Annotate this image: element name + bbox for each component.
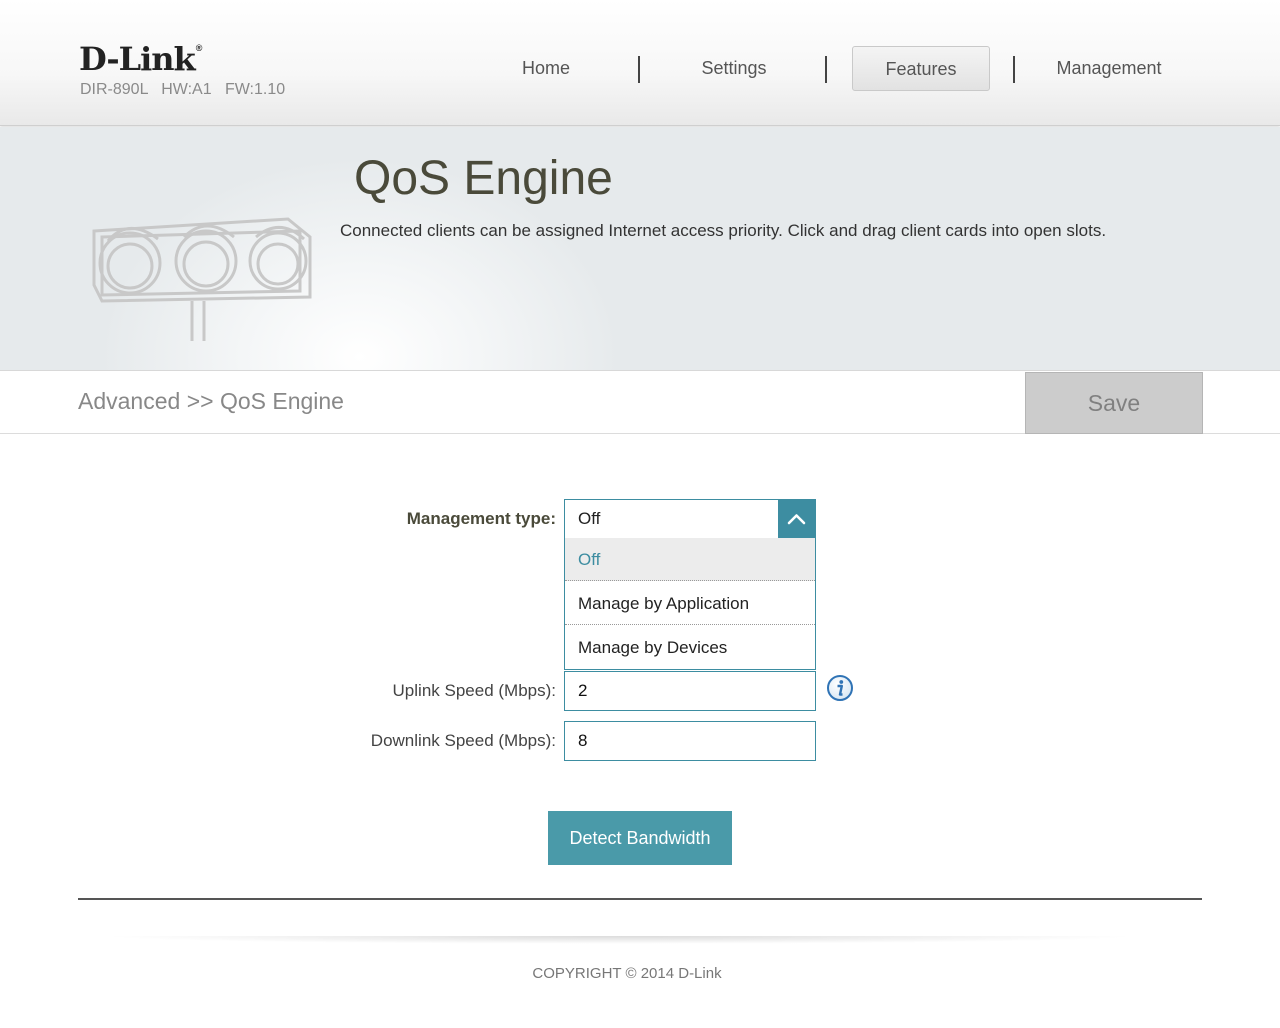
- downlink-speed-label: Downlink Speed (Mbps):: [370, 731, 556, 750]
- info-icon[interactable]: [826, 674, 854, 702]
- copyright-text: COPYRIGHT © 2014 D-Link: [532, 965, 722, 982]
- nav-separator: [1013, 56, 1015, 83]
- management-type-select[interactable]: Off: [564, 499, 816, 539]
- page-banner: QoS Engine Connected clients can be assi…: [0, 127, 1280, 371]
- model-name: DIR-890L: [80, 81, 148, 98]
- nav-separator: [638, 56, 640, 83]
- breadcrumb: Advanced >> QoS Engine: [78, 388, 344, 414]
- hw-version: HW:A1: [161, 81, 212, 98]
- breadcrumb-bar: Advanced >> QoS Engine Save: [0, 372, 1280, 434]
- management-type-label: Management type:: [406, 509, 556, 528]
- footer-shadow: [100, 936, 1140, 944]
- dlink-logo: D-Link®: [79, 40, 203, 78]
- registered-mark: ®: [195, 43, 203, 53]
- fw-version: FW:1.10: [224, 81, 286, 98]
- option-off[interactable]: Off: [565, 538, 815, 581]
- page-description: Connected clients can be assigned Intern…: [340, 221, 1107, 240]
- logo-text: D-Link: [79, 40, 196, 78]
- nav-separator: [825, 56, 827, 83]
- nav-settings[interactable]: Settings: [654, 46, 814, 91]
- chevron-up-icon: [787, 514, 806, 525]
- nav-home[interactable]: Home: [466, 46, 626, 91]
- downlink-speed-input[interactable]: 8: [564, 721, 816, 761]
- device-info: DIR-890L HW:A1 FW:1.10: [80, 81, 285, 99]
- save-button[interactable]: Save: [1025, 372, 1203, 434]
- uplink-speed-input[interactable]: 2: [564, 671, 816, 711]
- management-type-dropdown: Off Manage by Application Manage by Devi…: [564, 538, 816, 670]
- nav-features[interactable]: Features: [852, 46, 990, 91]
- management-type-value: Off: [578, 509, 601, 528]
- traffic-light-icon: [92, 217, 312, 341]
- top-header: D-Link® DIR-890L HW:A1 FW:1.10 Home Sett…: [0, 0, 1280, 126]
- dropdown-toggle-button[interactable]: [778, 500, 815, 538]
- content-divider: [78, 898, 1202, 900]
- detect-bandwidth-button[interactable]: Detect Bandwidth: [548, 811, 732, 865]
- option-manage-by-devices[interactable]: Manage by Devices: [565, 626, 815, 669]
- uplink-speed-label: Uplink Speed (Mbps):: [392, 681, 556, 700]
- option-manage-by-application[interactable]: Manage by Application: [565, 582, 815, 625]
- page-title: QoS Engine: [354, 152, 613, 205]
- nav-management[interactable]: Management: [1030, 46, 1188, 91]
